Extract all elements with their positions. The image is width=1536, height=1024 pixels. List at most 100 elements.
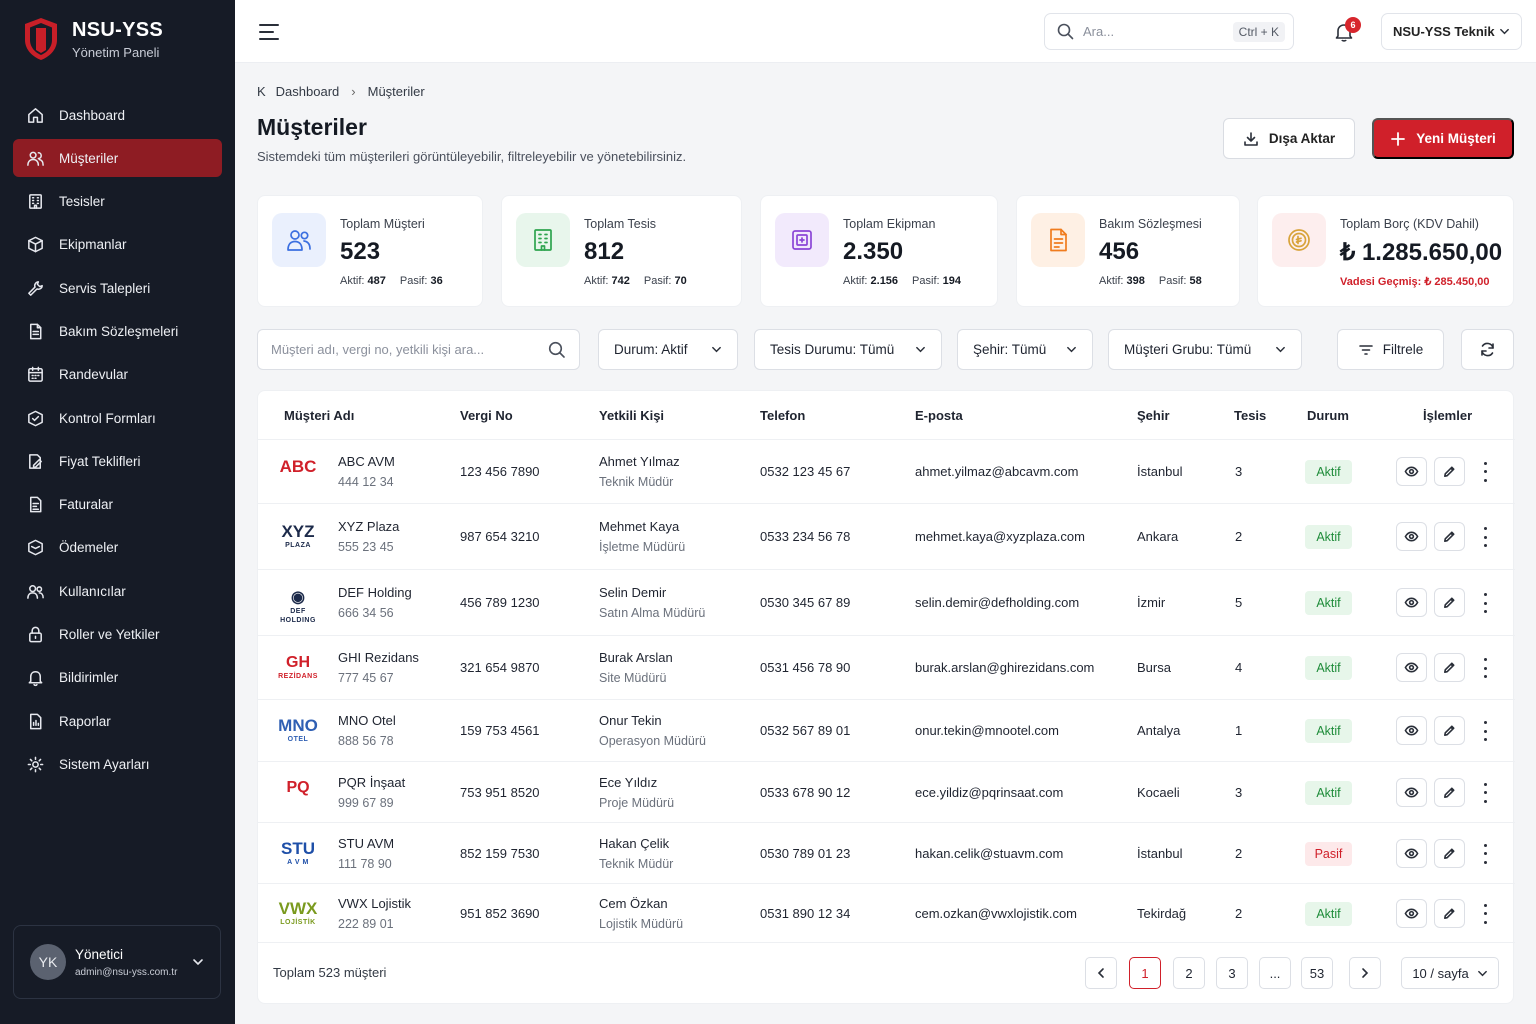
- column-header[interactable]: Telefon: [760, 408, 805, 423]
- customer-name[interactable]: ABC AVM: [338, 454, 395, 469]
- column-header[interactable]: Durum: [1307, 408, 1349, 423]
- edit-button[interactable]: [1434, 898, 1465, 928]
- view-button[interactable]: [1396, 838, 1427, 868]
- table-row[interactable]: GH REZİDANS GHI Rezidans 777 45 67 321 654 9…: [258, 636, 1515, 700]
- sidebar-item-dashboard[interactable]: Dashboard: [13, 96, 222, 134]
- brand[interactable]: NSU-YSS Yönetim Paneli: [22, 16, 163, 62]
- breadcrumb-dashboard-link[interactable]: Dashboard: [276, 84, 340, 99]
- more-options-icon[interactable]: [1480, 658, 1490, 678]
- customer-name-cell[interactable]: ABC AVM 444 12 34: [338, 454, 395, 489]
- customer-search-input[interactable]: Müşteri adı, vergi no, yetkili kişi ara.…: [271, 342, 484, 357]
- page-button[interactable]: 3: [1216, 957, 1248, 989]
- sidebar-item-sistem-ayarları[interactable]: Sistem Ayarları: [13, 745, 222, 783]
- next-page-button[interactable]: [1349, 957, 1381, 989]
- sidebar-item-bakım-sözleşmeleri[interactable]: Bakım Sözleşmeleri: [13, 312, 222, 350]
- sidebar-item-ödemeler[interactable]: Ödemeler: [13, 529, 222, 567]
- table-row[interactable]: MNO OTEL MNO Otel 888 56 78 159 753 4561 Onur…: [258, 700, 1515, 762]
- customer-name[interactable]: MNO Otel: [338, 713, 396, 728]
- stat-card-total-facilities[interactable]: Toplam Tesis 812 Aktif: 742 Pasif: 70: [501, 195, 742, 307]
- customer-name[interactable]: VWX Lojistik: [338, 896, 411, 911]
- customer-search-field[interactable]: Müşteri adı, vergi no, yetkili kişi ara.…: [257, 329, 580, 370]
- more-options-icon[interactable]: [1480, 721, 1490, 741]
- global-search-input[interactable]: Ara...: [1083, 24, 1233, 39]
- per-page-select[interactable]: 10 / sayfa: [1401, 957, 1499, 989]
- customer-name[interactable]: PQR İnşaat: [338, 775, 405, 790]
- global-search[interactable]: Ara... Ctrl + K: [1044, 13, 1294, 50]
- filter-button[interactable]: Filtrele: [1337, 329, 1444, 370]
- view-button[interactable]: [1396, 716, 1427, 745]
- edit-button[interactable]: [1434, 838, 1465, 868]
- view-button[interactable]: [1396, 456, 1427, 486]
- customer-name[interactable]: GHI Rezidans: [338, 650, 419, 665]
- status-filter-select[interactable]: Durum: Aktif: [598, 329, 738, 370]
- customer-name-cell[interactable]: STU AVM 111 78 90: [338, 836, 394, 871]
- hamburger-menu-icon[interactable]: [258, 22, 280, 42]
- sidebar-item-randevular[interactable]: Randevular: [13, 356, 222, 394]
- table-row[interactable]: ABC ABC AVM 444 12 34 123 456 7890 Ahmet Yıl…: [258, 439, 1515, 504]
- view-button[interactable]: [1396, 588, 1427, 617]
- facility-status-filter-select[interactable]: Tesis Durumu: Tümü: [754, 329, 942, 370]
- refresh-button[interactable]: [1461, 329, 1514, 370]
- more-options-icon[interactable]: [1480, 903, 1490, 924]
- view-button[interactable]: [1396, 898, 1427, 928]
- sidebar-item-tesisler[interactable]: Tesisler: [13, 183, 222, 221]
- sidebar-item-kullanıcılar[interactable]: Kullanıcılar: [13, 572, 222, 610]
- edit-button[interactable]: [1434, 777, 1465, 807]
- column-header[interactable]: Tesis: [1234, 408, 1266, 423]
- stat-card-total-equipment[interactable]: Toplam Ekipman 2.350 Aktif: 2.156 Pasif: 19…: [760, 195, 998, 307]
- column-header[interactable]: E-posta: [915, 408, 963, 423]
- sidebar-item-raporlar[interactable]: Raporlar: [13, 702, 222, 740]
- customer-name-cell[interactable]: MNO Otel 888 56 78: [338, 713, 396, 748]
- column-header[interactable]: Yetkili Kişi: [599, 408, 664, 423]
- customer-name[interactable]: XYZ Plaza: [338, 519, 399, 534]
- sidebar-item-ekipmanlar[interactable]: Ekipmanlar: [13, 226, 222, 264]
- edit-button[interactable]: [1434, 716, 1465, 745]
- stat-card-total-debt[interactable]: Toplam Borç (KDV Dahil) ₺ 1.285.650,00 Vad…: [1257, 195, 1514, 307]
- edit-button[interactable]: [1434, 456, 1465, 486]
- sidebar-item-bildirimler[interactable]: Bildirimler: [13, 659, 222, 697]
- prev-page-button[interactable]: [1085, 957, 1117, 989]
- customer-name-cell[interactable]: VWX Lojistik 222 89 01: [338, 896, 411, 931]
- column-header[interactable]: Şehir: [1137, 408, 1170, 423]
- view-button[interactable]: [1396, 777, 1427, 807]
- edit-button[interactable]: [1434, 653, 1465, 682]
- edit-button[interactable]: [1434, 588, 1465, 617]
- sidebar-item-faturalar[interactable]: Faturalar: [13, 486, 222, 524]
- column-header[interactable]: Vergi No: [460, 408, 513, 423]
- more-options-icon[interactable]: [1480, 593, 1490, 613]
- sidebar-item-müşteriler[interactable]: Müşteriler: [13, 139, 222, 178]
- export-button[interactable]: Dışa Aktar: [1223, 118, 1355, 159]
- user-card[interactable]: YK Yönetici admin@nsu-yss.com.tr: [13, 925, 221, 999]
- view-button[interactable]: [1396, 653, 1427, 682]
- sidebar-item-kontrol-formları[interactable]: Kontrol Formları: [13, 399, 222, 437]
- more-options-icon[interactable]: [1480, 843, 1490, 864]
- breadcrumb-root-icon[interactable]: K: [257, 84, 266, 99]
- more-options-icon[interactable]: [1480, 527, 1490, 547]
- sidebar-item-servis-talepleri[interactable]: Servis Talepleri: [13, 269, 222, 307]
- page-button[interactable]: 1: [1129, 957, 1161, 989]
- table-row[interactable]: VWX LOJİSTİK VWX Lojistik 222 89 01 951 852 …: [258, 884, 1515, 943]
- table-row[interactable]: ◉ DEF HOLDING DEF Holding 666 34 56 456 789 …: [258, 570, 1515, 636]
- customer-name-cell[interactable]: XYZ Plaza 555 23 45: [338, 519, 399, 554]
- table-row[interactable]: XYZ PLAZA XYZ Plaza 555 23 45 987 654 3210 Me…: [258, 504, 1515, 570]
- sidebar-item-roller-ve-yetkiler[interactable]: Roller ve Yetkiler: [13, 616, 222, 654]
- page-button[interactable]: 2: [1173, 957, 1205, 989]
- city-filter-select[interactable]: Şehir: Tümü: [957, 329, 1093, 370]
- table-row[interactable]: STU A V M STU AVM 111 78 90 852 159 7530 Haka…: [258, 823, 1515, 884]
- organization-select[interactable]: NSU-YSS Teknik: [1381, 13, 1522, 50]
- column-header[interactable]: İşlemler: [1423, 408, 1472, 423]
- page-button[interactable]: 53: [1301, 957, 1333, 989]
- edit-button[interactable]: [1434, 522, 1465, 551]
- customer-name[interactable]: STU AVM: [338, 836, 394, 851]
- table-row[interactable]: PQ PQR İnşaat 999 67 89 753 951 8520 Ece Yıl…: [258, 762, 1515, 823]
- customer-name[interactable]: DEF Holding: [338, 585, 412, 600]
- view-button[interactable]: [1396, 522, 1427, 551]
- customer-name-cell[interactable]: GHI Rezidans 777 45 67: [338, 650, 419, 685]
- more-options-icon[interactable]: [1480, 782, 1490, 803]
- sidebar-item-fiyat-teklifleri[interactable]: Fiyat Teklifleri: [13, 442, 222, 480]
- more-options-icon[interactable]: [1480, 461, 1490, 482]
- chevron-down-icon[interactable]: [192, 956, 204, 968]
- column-header[interactable]: Müşteri Adı: [284, 408, 354, 423]
- stat-card-maintenance-contracts[interactable]: Bakım Sözleşmesi 456 Aktif: 398 Pasif: 58: [1016, 195, 1240, 307]
- customer-name-cell[interactable]: PQR İnşaat 999 67 89: [338, 775, 405, 810]
